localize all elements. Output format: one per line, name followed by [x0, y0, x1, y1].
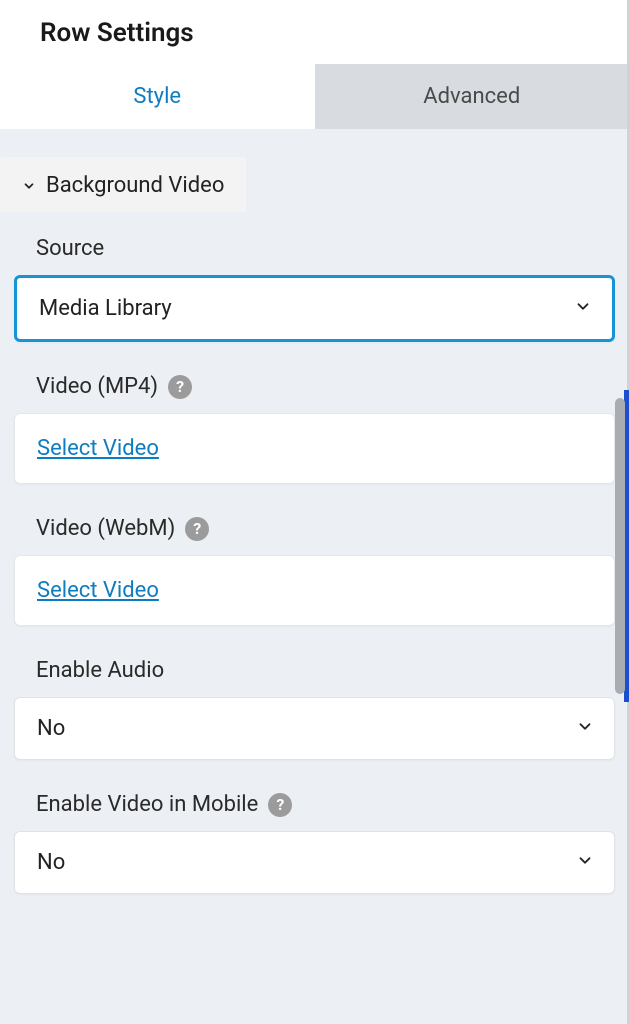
- enable-video-mobile-value: No: [37, 850, 65, 875]
- chevron-down-icon: [576, 850, 594, 875]
- panel-header: Row Settings: [0, 0, 629, 64]
- section-header-background-video[interactable]: Background Video: [0, 157, 246, 212]
- tabs: Style Advanced: [0, 64, 629, 129]
- select-video-mp4-link[interactable]: Select Video: [37, 436, 159, 461]
- field-label-row: Source: [14, 236, 615, 261]
- chevron-down-icon: [574, 296, 592, 321]
- content-area: Background Video Source Media Library Vi…: [0, 129, 629, 894]
- video-mp4-box: Select Video: [14, 413, 615, 484]
- help-icon[interactable]: ?: [185, 517, 209, 541]
- scrollbar-thumb[interactable]: [615, 398, 625, 694]
- field-label-row: Enable Audio: [14, 658, 615, 683]
- chevron-down-icon: [22, 179, 36, 193]
- field-label-row: Video (WebM) ?: [14, 516, 615, 541]
- field-video-mp4: Video (MP4) ? Select Video: [14, 374, 615, 484]
- select-video-webm-link[interactable]: Select Video: [37, 578, 159, 603]
- help-icon[interactable]: ?: [168, 375, 192, 399]
- row-settings-panel: Row Settings Style Advanced Background V…: [0, 0, 629, 1024]
- enable-audio-label: Enable Audio: [36, 658, 164, 683]
- field-source: Source Media Library: [14, 236, 615, 342]
- source-label: Source: [36, 236, 104, 261]
- enable-audio-select[interactable]: No: [14, 697, 615, 760]
- video-mp4-label: Video (MP4): [36, 374, 158, 399]
- fields: Source Media Library Video (MP4) ? Selec…: [0, 212, 629, 894]
- video-webm-label: Video (WebM): [36, 516, 175, 541]
- enable-audio-value: No: [37, 716, 65, 741]
- tab-style[interactable]: Style: [0, 64, 315, 129]
- field-enable-audio: Enable Audio No: [14, 658, 615, 760]
- field-enable-video-mobile: Enable Video in Mobile ? No: [14, 792, 615, 894]
- section-title: Background Video: [46, 173, 224, 198]
- field-label-row: Video (MP4) ?: [14, 374, 615, 399]
- help-icon[interactable]: ?: [268, 793, 292, 817]
- field-video-webm: Video (WebM) ? Select Video: [14, 516, 615, 626]
- source-select[interactable]: Media Library: [14, 275, 615, 342]
- page-title: Row Settings: [40, 18, 589, 48]
- tab-advanced[interactable]: Advanced: [315, 64, 629, 129]
- source-value: Media Library: [39, 296, 172, 321]
- chevron-down-icon: [576, 716, 594, 741]
- enable-video-mobile-select[interactable]: No: [14, 831, 615, 894]
- video-webm-box: Select Video: [14, 555, 615, 626]
- field-label-row: Enable Video in Mobile ?: [14, 792, 615, 817]
- enable-video-mobile-label: Enable Video in Mobile: [36, 792, 258, 817]
